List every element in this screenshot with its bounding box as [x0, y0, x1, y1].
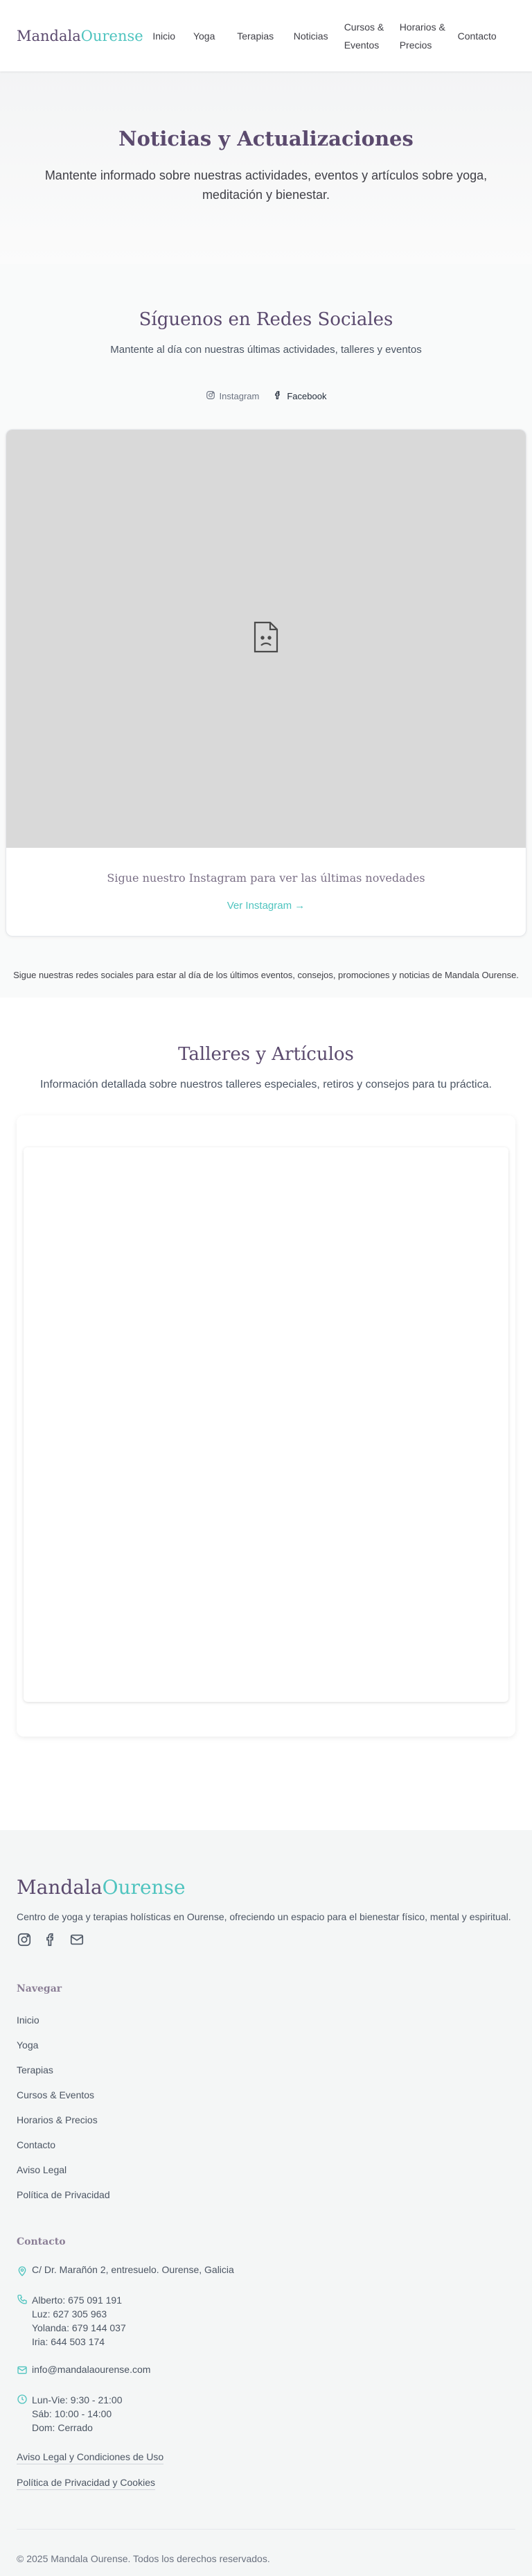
- tab-instagram[interactable]: Instagram: [206, 390, 260, 402]
- main-nav: Inicio Yoga Terapias Noticias Cursos & E…: [148, 18, 515, 54]
- hours-list: Lun-Vie: 9:30 - 21:00 Sáb: 10:00 - 14:00…: [32, 2393, 123, 2435]
- address-text: C/ Dr. Marañón 2, entresuelo. Ourense, G…: [32, 2264, 234, 2275]
- hero-section: Noticias y Actualizaciones Mantente info…: [0, 71, 532, 264]
- page-subtitle: Mantente informado sobre nuestras activi…: [44, 168, 488, 202]
- contact-hours: Lun-Vie: 9:30 - 21:00 Sáb: 10:00 - 14:00…: [17, 2393, 515, 2435]
- logo-part-2: Ourense: [80, 27, 143, 44]
- footer-logo[interactable]: MandalaOurense: [17, 1876, 515, 1899]
- site-logo[interactable]: MandalaOurense: [17, 28, 143, 44]
- nav-item-cursos-eventos[interactable]: Cursos & Eventos: [339, 18, 394, 54]
- instagram-icon[interactable]: [17, 1932, 32, 1947]
- broken-image-icon: [252, 620, 280, 657]
- instagram-card: Sigue nuestro Instagram para ver las últ…: [6, 429, 526, 937]
- logo-part-1: Mandala: [17, 27, 81, 44]
- social-section: Síguenos en Redes Sociales Mantente al d…: [0, 264, 532, 998]
- workshops-title: Talleres y Artículos: [178, 1044, 354, 1065]
- footer-link-privacidad[interactable]: Política de Privacidad: [17, 2182, 515, 2207]
- social-note: Sigue nuestras redes sociales para estar…: [13, 970, 519, 980]
- footer-link-terapias[interactable]: Terapias: [17, 2057, 515, 2082]
- copyright: © 2025 Mandala Ourense. Todos los derech…: [17, 2529, 515, 2564]
- tab-facebook[interactable]: Facebook: [273, 390, 326, 402]
- facebook-icon: [273, 390, 283, 402]
- nav-item-contacto[interactable]: Contacto: [452, 27, 502, 45]
- tab-instagram-label: Instagram: [219, 391, 260, 401]
- footer-link-yoga[interactable]: Yoga: [17, 2033, 515, 2057]
- phone-yolanda[interactable]: Yolanda: 679 144 037: [32, 2321, 126, 2335]
- phone-iria[interactable]: Iria: 644 503 174: [32, 2335, 126, 2349]
- workshops-embed[interactable]: [24, 1147, 508, 1702]
- legal-links: Aviso Legal y Condiciones de Uso Polític…: [17, 2451, 515, 2490]
- contact-phones: Alberto: 675 091 191 Luz: 627 305 963 Yo…: [17, 2293, 515, 2349]
- facebook-icon[interactable]: [43, 1932, 58, 1947]
- phone-luz[interactable]: Luz: 627 305 963: [32, 2307, 126, 2321]
- contact-address: C/ Dr. Marañón 2, entresuelo. Ourense, G…: [17, 2264, 515, 2279]
- view-instagram-link[interactable]: Ver Instagram →: [227, 900, 305, 912]
- footer-link-inicio[interactable]: Inicio: [17, 2008, 515, 2033]
- email-link[interactable]: info@mandalaourense.com: [32, 2364, 150, 2375]
- footer-logo-part-1: Mandala: [17, 1876, 103, 1899]
- mail-icon: [17, 2365, 29, 2378]
- arrow-right-icon: →: [294, 900, 305, 912]
- social-title: Síguenos en Redes Sociales: [139, 309, 393, 330]
- workshops-subtitle: Información detallada sobre nuestros tal…: [40, 1079, 492, 1090]
- instagram-card-text: Sigue nuestro Instagram para ver las últ…: [107, 871, 425, 885]
- footer-link-contacto[interactable]: Contacto: [17, 2132, 515, 2157]
- phone-icon: [17, 2294, 29, 2307]
- nav-item-noticias[interactable]: Noticias: [283, 27, 339, 45]
- footer-nav-heading: Navegar: [17, 1983, 62, 1994]
- phone-alberto[interactable]: Alberto: 675 091 191: [32, 2293, 126, 2307]
- map-pin-icon: [17, 2265, 29, 2279]
- hours-sunday: Dom: Cerrado: [32, 2422, 93, 2433]
- nav-item-terapias[interactable]: Terapias: [228, 27, 283, 45]
- hours-weekdays: Lun-Vie: 9:30 - 21:00: [32, 2394, 123, 2405]
- footer-link-horarios-precios[interactable]: Horarios & Precios: [17, 2107, 515, 2132]
- hours-saturday: Sáb: 10:00 - 14:00: [32, 2408, 112, 2419]
- page-title: Noticias y Actualizaciones: [118, 127, 414, 150]
- footer-description: Centro de yoga y terapias holísticas en …: [17, 1911, 511, 1922]
- tab-facebook-label: Facebook: [287, 391, 327, 401]
- site-header: MandalaOurense Inicio Yoga Terapias Noti…: [0, 0, 532, 71]
- privacy-cookies-link[interactable]: Política de Privacidad y Cookies: [17, 2477, 155, 2490]
- footer-link-cursos-eventos[interactable]: Cursos & Eventos: [17, 2082, 515, 2107]
- legal-notice-link[interactable]: Aviso Legal y Condiciones de Uso: [17, 2451, 164, 2464]
- workshops-card: [17, 1115, 515, 1737]
- footer-nav-links: Inicio Yoga Terapias Cursos & Eventos Ho…: [17, 2008, 515, 2207]
- footer-contact-heading: Contacto: [17, 2236, 66, 2247]
- phone-list: Alberto: 675 091 191 Luz: 627 305 963 Yo…: [32, 2293, 126, 2349]
- social-subtitle: Mantente al día con nuestras últimas act…: [110, 344, 422, 356]
- nav-item-yoga[interactable]: Yoga: [181, 27, 228, 45]
- footer-social-links: [17, 1932, 515, 1947]
- footer-logo-part-2: Ourense: [102, 1876, 186, 1899]
- instagram-icon: [206, 390, 215, 402]
- nav-item-horarios-precios[interactable]: Horarios & Precios: [394, 18, 452, 54]
- mail-icon[interactable]: [69, 1932, 85, 1947]
- clock-icon: [17, 2394, 29, 2407]
- instagram-card-footer: Sigue nuestro Instagram para ver las últ…: [6, 848, 526, 936]
- footer-link-aviso-legal[interactable]: Aviso Legal: [17, 2157, 515, 2182]
- instagram-embed-frame: [6, 430, 526, 848]
- nav-item-inicio[interactable]: Inicio: [148, 27, 181, 45]
- view-instagram-label: Ver Instagram: [227, 900, 292, 912]
- contact-email: info@mandalaourense.com: [17, 2364, 515, 2378]
- workshops-section: Talleres y Artículos Información detalla…: [0, 998, 532, 1830]
- social-tabs: Instagram Facebook: [0, 390, 532, 402]
- site-footer: MandalaOurense Centro de yoga y terapias…: [0, 1830, 532, 2576]
